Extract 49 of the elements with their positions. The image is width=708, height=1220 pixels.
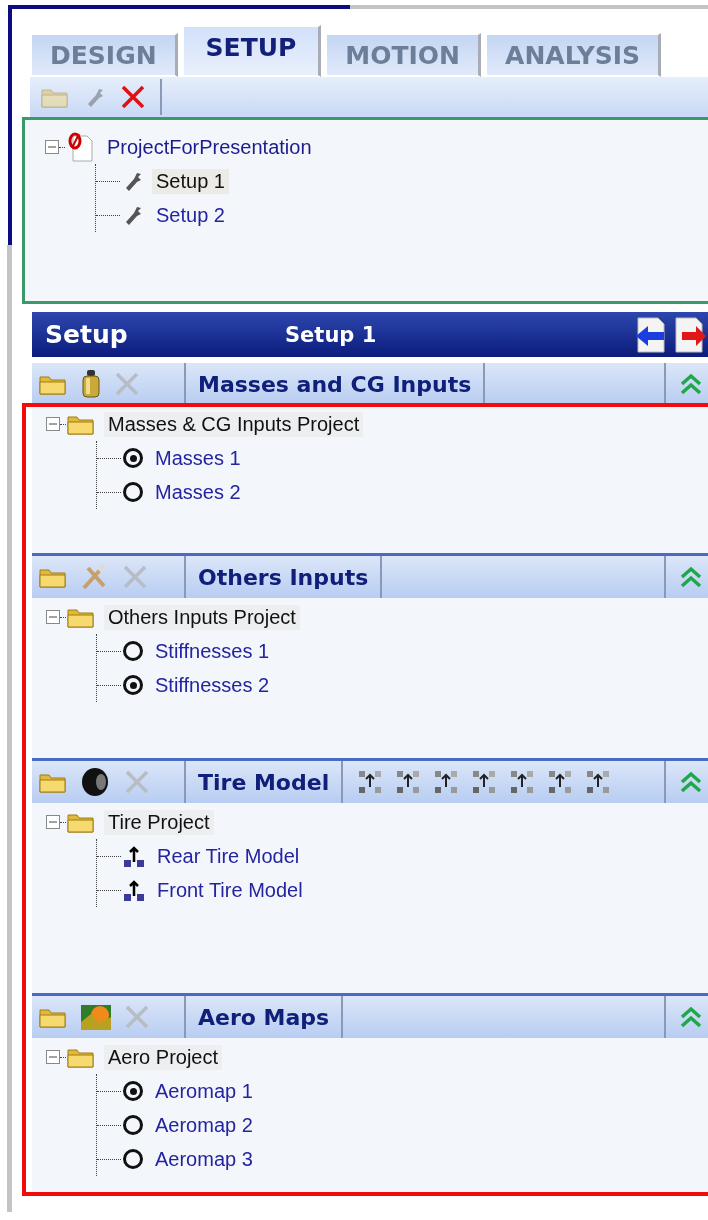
tree-node-label[interactable]: Aeromap 3 xyxy=(151,1146,257,1172)
collapse-toggle[interactable] xyxy=(45,140,59,154)
collapse-toggle[interactable] xyxy=(46,815,60,829)
tree-node-label[interactable]: Setup 2 xyxy=(152,202,229,228)
tree-node-label[interactable]: Masses 2 xyxy=(151,479,245,505)
delete-icon xyxy=(122,564,148,590)
tree-node-label[interactable]: Stiffnesses 2 xyxy=(151,672,274,698)
export-icon[interactable] xyxy=(674,315,706,354)
collapse-toggle[interactable] xyxy=(46,1050,60,1064)
radio-button[interactable] xyxy=(123,675,143,695)
delete-icon xyxy=(114,371,140,397)
model-tool-icon xyxy=(357,769,384,795)
radio-button[interactable] xyxy=(123,641,143,661)
model-tool-icon xyxy=(509,769,536,795)
radio-button[interactable] xyxy=(123,482,143,502)
tab[interactable]: SETUP xyxy=(181,25,322,77)
tree-node-label[interactable]: Masses 1 xyxy=(151,445,245,471)
delete-icon xyxy=(120,84,146,110)
tree-node-label[interactable]: Aeromap 1 xyxy=(151,1078,257,1104)
radio-button[interactable] xyxy=(123,1115,143,1135)
tree-node-label[interactable]: Tire Project xyxy=(104,809,214,835)
tree-node-label[interactable]: Rear Tire Model xyxy=(153,843,304,869)
tree-node-label[interactable]: Stiffnesses 1 xyxy=(151,638,274,664)
panel-subtitle: Setup 1 xyxy=(285,322,378,347)
delete-icon xyxy=(124,1004,150,1030)
radio-button[interactable] xyxy=(123,448,143,468)
radio-button[interactable] xyxy=(123,1149,143,1169)
tree-node-label[interactable]: Aero Project xyxy=(104,1044,223,1070)
collapse-toggle[interactable] xyxy=(46,610,60,624)
tree-node-label[interactable]: Setup 1 xyxy=(152,168,229,194)
panel-title: Setup xyxy=(45,320,129,349)
tree-node-label[interactable]: Masses & CG Inputs Project xyxy=(104,411,364,437)
tree-node-label[interactable]: Others Inputs Project xyxy=(104,604,300,630)
model-tool-icon xyxy=(395,769,422,795)
model-icon xyxy=(123,844,145,868)
tree-node-label[interactable]: ProjectForPresentation xyxy=(103,134,316,160)
map-icon xyxy=(80,1002,112,1032)
tree-node-label[interactable]: Aeromap 2 xyxy=(151,1112,257,1138)
tree-node-label[interactable]: Front Tire Model xyxy=(153,877,307,903)
delete-icon xyxy=(124,769,150,795)
model-tool-icon xyxy=(585,769,612,795)
model-tool-icon xyxy=(433,769,460,795)
collapse-toggle[interactable] xyxy=(46,417,60,431)
weight-icon xyxy=(80,369,102,399)
radio-button[interactable] xyxy=(123,1081,143,1101)
model-tool-icon xyxy=(471,769,498,795)
model-tool-icon xyxy=(547,769,574,795)
section-title: Masses and CG Inputs xyxy=(186,363,486,405)
model-icon xyxy=(123,878,145,902)
